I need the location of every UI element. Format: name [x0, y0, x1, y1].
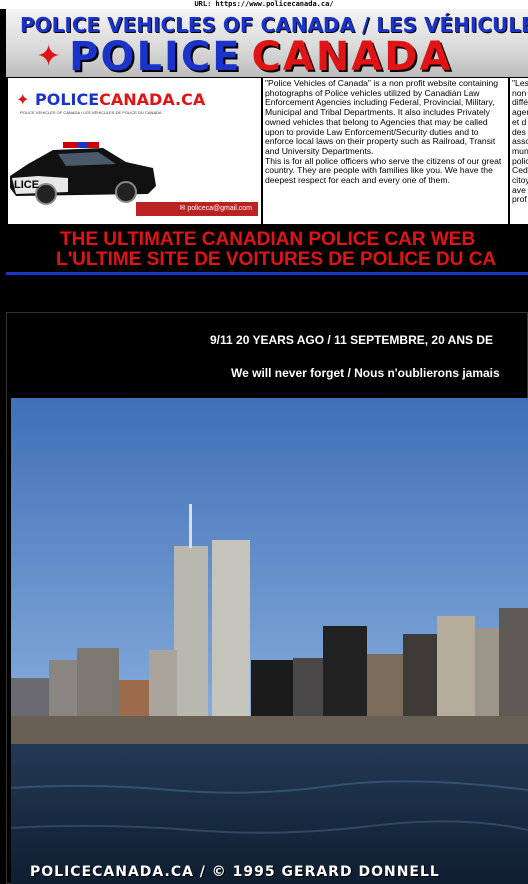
logo-card[interactable]: ✦ POLICECANADA.CA POLICE VEHICLES OF CAN…: [8, 78, 261, 224]
email-link[interactable]: ✉ policeca@gmail.com: [136, 202, 258, 216]
headline-english: THE ULTIMATE CANADIAN POLICE CAR WEB: [60, 229, 476, 250]
about-french: "Les non diffé agen et d des asso mun po…: [510, 78, 528, 224]
url-label: URL: https://www.policecanada.ca/: [0, 0, 528, 9]
banner-logo-canada: CANADA: [251, 34, 453, 77]
maple-leaf-icon: ✦: [36, 39, 64, 74]
site-banner[interactable]: POLICE VEHICLES OF CANADA / LES VÉHICULE…: [6, 9, 528, 77]
car-door-text: LICE: [14, 179, 39, 191]
about-french-line: prof: [512, 194, 527, 205]
mini-logo-police: POLICE: [34, 90, 100, 109]
intro-cards: ✦ POLICECANADA.CA POLICE VEHICLES OF CAN…: [6, 77, 528, 227]
headline: THE ULTIMATE CANADIAN POLICE CAR WEB L'U…: [0, 230, 528, 270]
police-car-image: LICE: [10, 142, 156, 205]
divider: [6, 272, 528, 275]
headline-french: L'ULTIME SITE DE VOITURES DE POLICE DU C…: [56, 249, 497, 270]
maple-leaf-icon: ✦: [16, 90, 30, 109]
photo-credit: POLICECANADA.CA / © 1995 GERARD DONNELL: [30, 864, 440, 880]
banner-logo: ✦ POLICE CANADA: [36, 37, 452, 77]
about-english: "Police Vehicles of Canada" is a non pro…: [263, 78, 508, 224]
mini-logo-subtitle: POLICE VEHICLES OF CANADA / LES VÉHICULE…: [20, 110, 162, 115]
mini-logo-canada: CANADA.CA: [99, 90, 206, 109]
email-text: policeca@gmail.com: [187, 205, 252, 212]
about-paragraph-2: This is for all police officers who serv…: [265, 155, 502, 186]
mini-logo: ✦ POLICECANADA.CA: [16, 90, 205, 109]
tribute-subtitle: We will never forget / Nous n'oublierons…: [231, 366, 500, 380]
tribute-title: 9/11 20 YEARS AGO / 11 SEPTEMBRE, 20 ANS…: [210, 333, 494, 347]
nyc-skyline-photo: [11, 398, 528, 884]
about-paragraph-1: "Police Vehicles of Canada" is a non pro…: [265, 78, 499, 156]
banner-logo-police: POLICE: [69, 34, 242, 77]
